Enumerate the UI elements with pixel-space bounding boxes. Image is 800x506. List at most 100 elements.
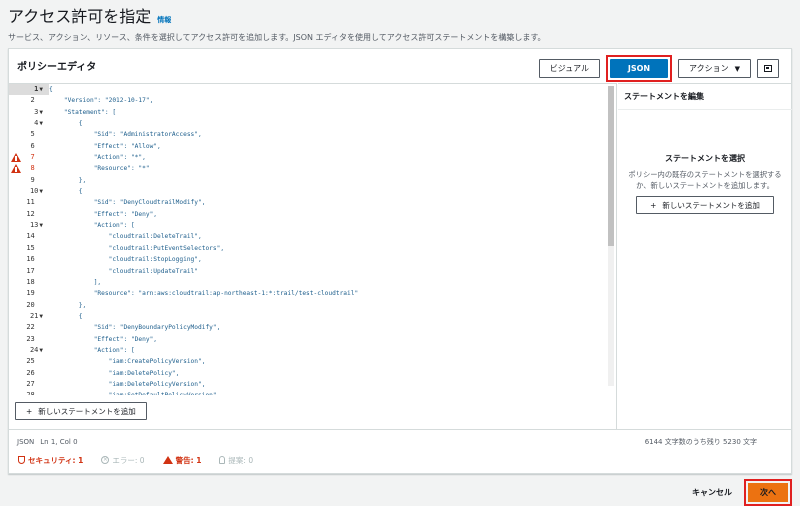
line-number: 20 [9, 300, 49, 311]
fold-toggle-icon[interactable]: ▼ [39, 120, 43, 127]
fold-toggle-icon[interactable]: ▼ [39, 109, 43, 116]
next-button[interactable]: 次へ [748, 483, 788, 502]
line-number: 2 [9, 95, 49, 106]
caret-down-icon: ▼ [734, 64, 740, 73]
line-number-text: 8 [30, 164, 35, 173]
code-line[interactable]: "Sid": "DenyCloudtrailModify", [49, 197, 606, 208]
warning-icon[interactable] [11, 153, 21, 163]
info-link[interactable]: 情報 [157, 15, 171, 25]
code-line[interactable]: "iam:CreatePolicyVersion", [49, 356, 606, 367]
fold-toggle-icon[interactable]: ▼ [39, 222, 43, 229]
code-line[interactable]: "Resource": "arn:aws:cloudtrail:ap-north… [49, 288, 606, 299]
editor-scrollbar[interactable] [608, 86, 614, 386]
fold-toggle-icon[interactable]: ▼ [39, 86, 43, 93]
plus-icon: + [650, 200, 657, 210]
line-number: 18 [9, 277, 49, 288]
line-number-text: 11 [26, 198, 35, 207]
visual-button[interactable]: ビジュアル [538, 59, 600, 78]
code-line[interactable]: "cloudtrail:UpdateTrail" [49, 266, 606, 277]
warning-icon[interactable] [11, 164, 21, 174]
error-findings[interactable]: × エラー: 0 [101, 455, 145, 466]
line-number-text: 23 [26, 334, 35, 343]
code-line[interactable]: "cloudtrail:StopLogging", [49, 254, 606, 265]
statement-side-panel: ステートメントを編集 ステートメントを選択 ポリシー内の既存のステートメントを選… [618, 83, 792, 429]
error-circle-icon: × [101, 456, 110, 464]
code-line[interactable]: }, [49, 300, 606, 311]
error-count: エラー: 0 [112, 455, 145, 465]
fullscreen-button[interactable] [757, 59, 779, 78]
line-number-text: 19 [26, 289, 35, 298]
lightbulb-icon [219, 456, 226, 464]
scrollbar-thumb[interactable] [608, 86, 614, 246]
code-line[interactable]: "Action": "*", [49, 152, 606, 163]
shield-icon [18, 456, 25, 464]
fold-toggle-icon[interactable]: ▼ [39, 313, 43, 320]
code-line[interactable]: "iam:DeletePolicyVersion", [49, 379, 606, 390]
security-count: セキュリティ: 1 [28, 455, 84, 465]
json-button-highlight: JSON [606, 55, 672, 82]
select-statement-desc: ポリシー内の既存のステートメントを選択するか、新しいステートメントを追加します。 [628, 170, 782, 190]
side-add-statement-button[interactable]: + 新しいステートメントを追加 [636, 196, 774, 214]
line-number: 24▼ [9, 345, 49, 356]
line-number: 21▼ [9, 311, 49, 322]
code-line[interactable]: "Version": "2012-10-17", [49, 95, 606, 106]
line-number: 10▼ [9, 186, 49, 197]
code-line[interactable]: "cloudtrail:DeleteTrail", [49, 231, 606, 242]
code-line[interactable]: "Action": [ [49, 220, 606, 231]
line-number-text: 13 [29, 221, 39, 230]
code-line[interactable]: { [49, 118, 606, 129]
code-line[interactable]: ], [49, 277, 606, 288]
suggestion-findings[interactable]: 提案: 0 [219, 455, 253, 466]
line-number-text: 10 [29, 187, 39, 196]
json-editor[interactable]: 1▼ 2 3▼ 4▼ 5 6 7 8 9 10▼ 11 12 13▼ 14 15 16 1… [9, 83, 617, 395]
json-button[interactable]: JSON [610, 59, 668, 78]
line-number: 25 [9, 356, 49, 367]
code-line[interactable]: "Effect": "Deny", [49, 334, 606, 345]
policy-editor-panel: ポリシーエディタ ビジュアル JSON アクション ▼ 1▼ 2 3▼ 4▼ 5 6 … [8, 48, 792, 474]
code-line[interactable]: { [49, 186, 606, 197]
actions-dropdown[interactable]: アクション ▼ [678, 59, 751, 78]
fold-toggle-icon[interactable]: ▼ [39, 188, 43, 195]
code-line[interactable]: "Action": [ [49, 345, 606, 356]
code-content[interactable]: { "Version": "2012-10-17", "Statement": … [49, 84, 606, 395]
add-statement-button[interactable]: + 新しいステートメントを追加 [15, 402, 147, 420]
cancel-button[interactable]: キャンセル [692, 487, 732, 498]
line-number-text: 5 [30, 130, 35, 139]
security-findings[interactable]: セキュリティ: 1 [18, 455, 83, 466]
line-number-text: 12 [26, 209, 35, 218]
code-line[interactable]: }, [49, 175, 606, 186]
code-line[interactable]: "Statement": [ [49, 107, 606, 118]
panel-header: ポリシーエディタ ビジュアル JSON アクション ▼ [9, 49, 791, 82]
code-line[interactable]: "Effect": "Deny", [49, 209, 606, 220]
code-line[interactable]: "Sid": "DenyBoundaryPolicyModify", [49, 322, 606, 333]
line-number-text: 16 [26, 255, 35, 264]
code-line[interactable]: "cloudtrail:PutEventSelectors", [49, 243, 606, 254]
line-number: 15 [9, 243, 49, 254]
fold-toggle-icon[interactable]: ▼ [39, 347, 43, 354]
code-line[interactable]: "Effect": "Allow", [49, 141, 606, 152]
side-panel-body: ステートメントを選択 ポリシー内の既存のステートメントを選択するか、新しいステー… [618, 153, 792, 214]
line-number-text: 9 [30, 175, 35, 184]
panel-title: ポリシーエディタ [17, 61, 97, 73]
code-line[interactable]: "Resource": "*" [49, 163, 606, 174]
code-line[interactable]: "Sid": "AdministratorAccess", [49, 129, 606, 140]
line-number: 9 [9, 175, 49, 186]
code-line[interactable]: { [49, 311, 606, 322]
code-line[interactable]: "iam:DeletePolicy", [49, 368, 606, 379]
warning-findings[interactable]: 警告: 1 [162, 455, 201, 466]
line-number: 22 [9, 322, 49, 333]
plus-icon: + [26, 406, 33, 416]
code-line[interactable]: { [49, 84, 606, 95]
line-number: 27 [9, 379, 49, 390]
